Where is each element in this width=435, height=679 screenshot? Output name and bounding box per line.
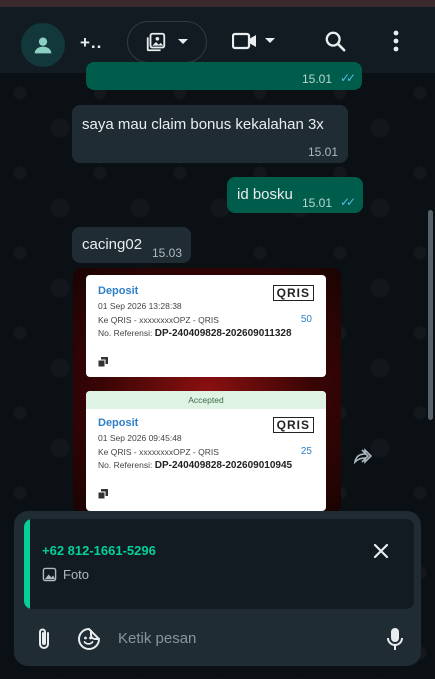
paperclip-icon xyxy=(39,628,49,649)
receipt-datetime: 01 Sep 2026 09:45:48 xyxy=(98,433,182,443)
reply-type: Foto xyxy=(42,567,89,582)
image-message[interactable]: Deposit QRIS 01 Sep 2026 13:28:38 Ke QRI… xyxy=(73,268,341,513)
media-icon xyxy=(146,32,166,52)
attach-button[interactable] xyxy=(36,627,52,656)
receipt-dest-row: Ke QRIS - xxxxxxxxOPZ - QRIS 50 xyxy=(98,314,314,325)
message-time: 15.01 xyxy=(308,145,339,159)
receipt-amount: 25 xyxy=(300,446,312,457)
message-text: cacing02 xyxy=(82,236,143,253)
receipt-ref-row: No. Referensi: DP-240409828-202609011328 xyxy=(98,328,314,339)
chevron-down-icon xyxy=(265,38,275,43)
receipt-ref: DP-240409828-202609010945 xyxy=(154,460,293,471)
chat-scrollbar[interactable] xyxy=(428,210,433,420)
close-icon xyxy=(373,543,389,559)
read-ticks-icon: ✓✓ xyxy=(340,195,356,209)
receipt-datetime: 01 Sep 2026 13:28:38 xyxy=(98,301,182,311)
message-bubble-outgoing[interactable]: id bosku 15.01 ✓✓ xyxy=(227,177,363,213)
message-input[interactable]: Ketik pesan xyxy=(118,630,196,647)
reply-accent-bar xyxy=(24,519,30,609)
video-call-button[interactable] xyxy=(229,27,279,55)
status-strip xyxy=(0,0,435,7)
message-bubble-incoming[interactable]: saya mau claim bonus kekalahan 3x 15.01 xyxy=(72,105,348,163)
message-bubble-incoming[interactable]: cacing02 15.03 xyxy=(72,227,191,263)
deposit-receipt-card: Deposit QRIS 01 Sep 2026 13:28:38 Ke QRI… xyxy=(86,275,326,377)
chat-title[interactable]: +.. xyxy=(80,33,102,53)
more-options-button[interactable] xyxy=(384,28,408,54)
reply-type-label: Foto xyxy=(63,567,90,582)
sticker-button[interactable] xyxy=(77,627,101,656)
message-text: saya mau claim bonus kekalahan 3x xyxy=(82,116,324,133)
qris-logo: QRIS xyxy=(272,285,314,301)
photo-icon xyxy=(42,567,57,582)
chevron-down-icon xyxy=(178,39,188,44)
search-icon xyxy=(325,31,346,52)
receipt-ref-label: No. Referensi: xyxy=(98,328,153,338)
sticker-icon xyxy=(78,627,101,650)
message-time: 15.01 xyxy=(302,72,333,86)
video-call-icon xyxy=(232,32,256,50)
qris-logo: QRIS xyxy=(272,417,314,433)
deposit-receipt-card: Accepted Deposit QRIS 01 Sep 2026 09:45:… xyxy=(86,391,326,511)
more-vert-icon xyxy=(393,30,399,52)
accepted-banner: Accepted xyxy=(86,391,326,409)
receipt-ref: DP-240409828-202609011328 xyxy=(154,328,292,339)
reply-preview[interactable]: +62 812-1661-5296 Foto xyxy=(24,519,414,609)
message-bubble-outgoing[interactable]: 15.01 ✓✓ xyxy=(86,62,362,90)
forward-button[interactable] xyxy=(353,448,373,469)
avatar[interactable] xyxy=(21,23,65,67)
message-input-row: Ketik pesan xyxy=(14,611,421,666)
receipt-destination: Ke QRIS - xxxxxxxxOPZ - QRIS xyxy=(98,447,219,457)
avatar-person-icon xyxy=(34,37,52,54)
microphone-icon xyxy=(387,628,403,650)
media-dropdown-button[interactable] xyxy=(127,21,207,63)
read-ticks-icon: ✓✓ xyxy=(340,71,356,85)
receipt-dest-row: Ke QRIS - xxxxxxxxOPZ - QRIS 25 xyxy=(98,446,314,457)
voice-message-button[interactable] xyxy=(386,627,404,656)
receipt-destination: Ke QRIS - xxxxxxxxOPZ - QRIS xyxy=(98,315,219,325)
copy-icon xyxy=(98,357,108,367)
receipt-amount: 50 xyxy=(300,314,312,325)
receipt-ref-label: No. Referensi: xyxy=(98,460,153,470)
message-time: 15.01 xyxy=(302,196,333,210)
message-text: id bosku xyxy=(237,186,293,203)
reply-sender: +62 812-1661-5296 xyxy=(42,543,156,558)
reply-composer: +62 812-1661-5296 Foto Ketik pesan xyxy=(14,511,421,666)
close-reply-button[interactable] xyxy=(373,543,389,564)
receipt-ref-row: No. Referensi: DP-240409828-202609010945 xyxy=(98,460,314,471)
search-button[interactable] xyxy=(322,28,348,54)
forward-icon xyxy=(353,448,373,465)
message-time: 15.03 xyxy=(152,246,183,260)
copy-icon xyxy=(98,489,108,499)
